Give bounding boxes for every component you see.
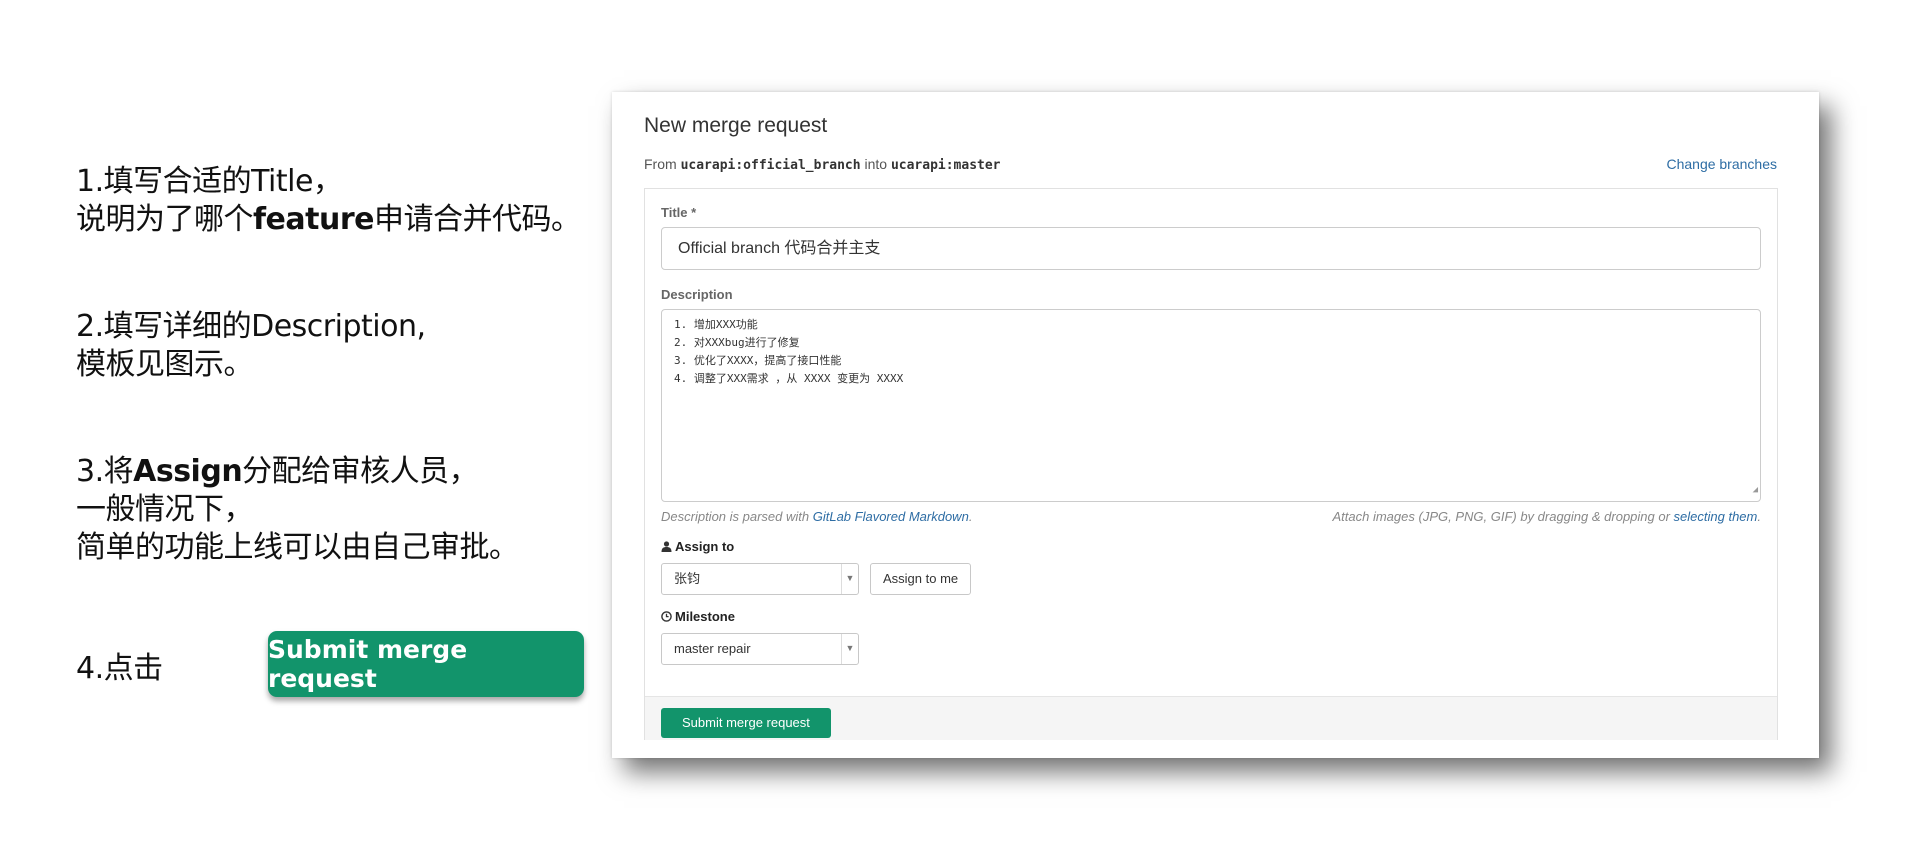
step-3-line-1: 3.将Assign分配给审核人员，	[76, 453, 519, 491]
milestone-label: Milestone	[661, 609, 735, 624]
step-1-keyword: feature	[253, 202, 374, 237]
description-line: 2. 对XXXbug进行了修复	[674, 336, 800, 349]
select-files-link[interactable]: selecting them	[1674, 509, 1758, 524]
milestone-label-text: Milestone	[675, 609, 735, 624]
step-2-line-1: 2.填写详细的Description,	[76, 309, 426, 344]
assign-label-text: Assign to	[675, 539, 735, 554]
dropdown-arrow-icon: ▼	[841, 634, 858, 664]
assignee-select[interactable]: 张钧 ▼	[661, 563, 859, 595]
form-actions: Submit merge request	[645, 696, 1777, 740]
target-branch: ucarapi:master	[890, 158, 1001, 173]
merge-request-screenshot: New merge request From ucarapi:official_…	[612, 92, 1819, 758]
resize-handle-icon[interactable]: ◢	[1753, 481, 1758, 499]
submit-merge-request-button[interactable]: Submit merge request	[661, 708, 831, 738]
into-label: into	[864, 156, 888, 172]
milestone-value: master repair	[674, 641, 751, 656]
dropdown-arrow-icon: ▼	[841, 564, 858, 594]
change-branches-link[interactable]: Change branches	[1666, 156, 1777, 172]
source-branch: ucarapi:official_branch	[680, 158, 861, 173]
assign-to-me-button[interactable]: Assign to me	[870, 563, 972, 595]
description-line: 1. 增加XXX功能	[674, 318, 758, 331]
title-label: Title *	[661, 205, 697, 220]
step-1-text: 说明为了哪个	[76, 202, 254, 237]
milestone-select[interactable]: master repair ▼	[661, 633, 859, 665]
markdown-hint-text: Description is parsed with	[661, 509, 813, 524]
title-input[interactable]: Official branch 代码合并主支	[661, 227, 1761, 270]
step-3: 3.将Assign分配给审核人员， 一般情况下， 简单的功能上线可以由自己审批。	[76, 453, 519, 567]
description-textarea[interactable]: 1. 增加XXX功能 2. 对XXXbug进行了修复 3. 优化了XXXX，提高…	[661, 309, 1761, 502]
attach-hint-text: Attach images (JPG, PNG, GIF) by draggin…	[1332, 509, 1674, 524]
markdown-link[interactable]: GitLab Flavored Markdown	[813, 509, 969, 524]
from-label: From	[644, 156, 677, 172]
assignee-value: 张钧	[674, 571, 701, 586]
attach-hint-end: .	[1757, 509, 1761, 524]
description-line: 3. 优化了XXXX，提高了接口性能	[674, 354, 842, 367]
step-3-keyword: Assign	[133, 454, 243, 489]
step-3-line-3: 简单的功能上线可以由自己审批。	[76, 530, 519, 565]
attach-hint: Attach images (JPG, PNG, GIF) by draggin…	[1333, 509, 1762, 524]
step-2: 2.填写详细的Description, 模板见图示。	[76, 308, 426, 384]
step-1-text-end: 申请合并代码。	[373, 202, 581, 237]
step-1-line-2: 说明为了哪个feature申请合并代码。	[76, 201, 581, 239]
step-2-line-2: 模板见图示。	[76, 347, 253, 382]
clock-icon	[661, 611, 672, 622]
step-1-line-1: 1.填写合适的Title，	[76, 164, 343, 199]
assign-label: Assign to	[661, 539, 734, 554]
submit-merge-request-illustration-button[interactable]: Submit merge request	[268, 631, 584, 697]
step-3-text: 3.将	[76, 454, 134, 489]
merge-request-form: Title * Official branch 代码合并主支 Descripti…	[644, 188, 1778, 740]
markdown-hint: Description is parsed with GitLab Flavor…	[661, 509, 972, 524]
user-icon	[661, 541, 672, 552]
step-1: 1.填写合适的Title， 说明为了哪个feature申请合并代码。	[76, 163, 581, 239]
branch-info: From ucarapi:official_branch into ucarap…	[644, 156, 1001, 173]
description-label: Description	[661, 287, 733, 302]
page-title: New merge request	[644, 114, 828, 137]
markdown-hint-end: .	[968, 509, 973, 524]
step-3-text-end: 分配给审核人员，	[242, 454, 479, 489]
step-3-line-2: 一般情况下，	[76, 492, 253, 527]
step-4-label: 4.点击	[76, 651, 163, 686]
description-line: 4. 调整了XXX需求 ，从 XXXX 变更为 XXXX	[674, 372, 904, 385]
